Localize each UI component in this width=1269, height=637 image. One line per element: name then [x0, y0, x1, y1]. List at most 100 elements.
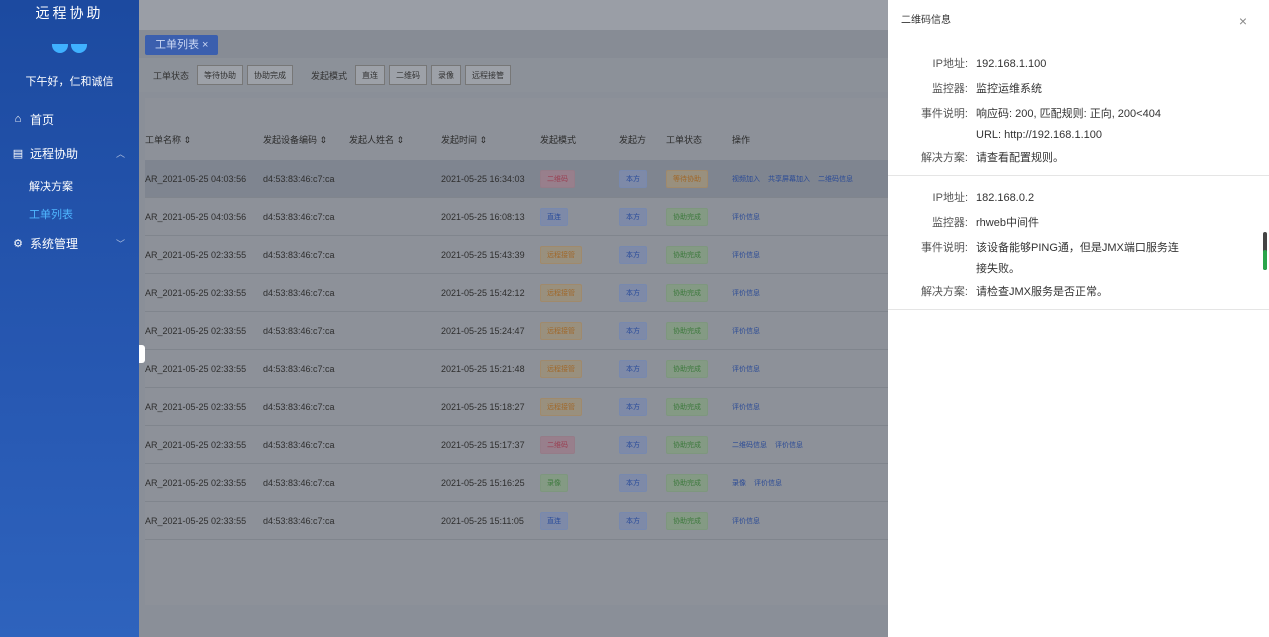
op-link[interactable]: 评价信息	[732, 366, 760, 373]
op-link[interactable]: 评价信息	[754, 480, 782, 487]
sidebar-item-label: 首页	[30, 112, 55, 127]
row-actions: 评价信息	[732, 515, 888, 526]
side-tag: 本方	[619, 321, 647, 340]
event-value: 该设备能够PING通，但是JMX端口服务连接失败。	[976, 242, 1179, 275]
initiated-time: 2021-05-25 16:34:03	[441, 173, 525, 184]
column-header[interactable]: 工单名称 ⇕	[145, 133, 263, 146]
ticket-name: AR_2021-05-25 02:33:55	[145, 401, 247, 412]
side-tag: 本方	[619, 245, 647, 264]
scrollbar[interactable]	[1263, 232, 1267, 270]
device-code: d4:53:83:46:c7:ca	[263, 515, 335, 526]
side-tag: 本方	[619, 283, 647, 302]
filter-mode-direct[interactable]: 直连	[355, 65, 386, 85]
op-link[interactable]: 评价信息	[732, 214, 760, 221]
initiated-time: 2021-05-25 15:17:37	[441, 439, 525, 450]
op-link[interactable]: 评价信息	[732, 290, 760, 297]
ticket-name: AR_2021-05-25 02:33:55	[145, 363, 247, 374]
op-link[interactable]: 评价信息	[732, 404, 760, 411]
close-icon[interactable]: ×	[1239, 0, 1247, 42]
column-header[interactable]: 发起时间 ⇕	[441, 133, 540, 146]
sidebar-item-home[interactable]: ⌂ 首页	[0, 109, 139, 129]
op-link[interactable]: 共享屏幕加入	[768, 176, 810, 183]
mode-tag: 远程接管	[540, 359, 582, 378]
filter-status-done[interactable]: 协助完成	[247, 65, 294, 85]
mode-tag: 远程接管	[540, 397, 582, 416]
sidebar-item-label: 系统管理	[30, 236, 79, 251]
greeting: 下午好，仁和诚信	[25, 76, 114, 88]
main-content: 工单列表 × 工单状态 等待协助 协助完成 发起模式 直连 二维码 录像 远程接…	[139, 0, 888, 637]
event-label: 事件说明:	[920, 108, 968, 120]
table-row[interactable]: AR_2021-05-25 04:03:56 d4:53:83:46:c7:ca…	[145, 198, 888, 236]
initiated-time: 2021-05-25 15:42:12	[441, 287, 525, 298]
initiated-time: 2021-05-25 15:16:25	[441, 477, 525, 488]
table-row[interactable]: AR_2021-05-25 02:33:55 d4:53:83:46:c7:ca…	[145, 274, 888, 312]
table-row[interactable]: AR_2021-05-25 02:33:55 d4:53:83:46:c7:ca…	[145, 350, 888, 388]
device-code: d4:53:83:46:c7:ca	[263, 439, 335, 450]
device-code: d4:53:83:46:c7:ca	[263, 477, 335, 488]
mode-tag: 远程接管	[540, 245, 582, 264]
drawer-handle[interactable]	[139, 345, 145, 363]
ticket-name: AR_2021-05-25 02:33:55	[145, 515, 247, 526]
filter-mode-remote-takeover[interactable]: 远程接管	[465, 65, 512, 85]
clipboard-icon: ▤	[12, 147, 24, 160]
op-link[interactable]: 二维码信息	[818, 176, 853, 183]
monitor-label: 监控器:	[931, 83, 968, 95]
mode-tag: 远程接管	[540, 321, 582, 340]
tab-ticket-list[interactable]: 工单列表 ×	[145, 35, 219, 55]
op-link[interactable]: 录像	[732, 480, 746, 487]
table-row[interactable]: AR_2021-05-25 02:33:55 d4:53:83:46:c7:ca…	[145, 236, 888, 274]
status-tag: 协助完成	[666, 207, 708, 226]
top-bar	[139, 0, 888, 30]
drawer-title-text: 二维码信息	[901, 15, 951, 26]
column-header: 发起方	[619, 135, 647, 145]
ticket-table: 工单名称 ⇕ 发起设备编码 ⇕ 发起人姓名 ⇕ 发起时间 ⇕ 发起模式 发起方 …	[145, 98, 888, 605]
drawer-body: IP地址: 192.168.1.100 监控器: 监控运维系统 事件说明: 响应码: …	[888, 42, 1269, 310]
ip-value: 182.168.0.2	[976, 192, 1035, 204]
op-link[interactable]: 二维码信息	[732, 442, 767, 449]
column-header[interactable]: 发起设备编码 ⇕	[263, 133, 349, 146]
op-link[interactable]: 视频加入	[732, 176, 760, 183]
device-code: d4:53:83:46:c7:ca	[263, 287, 335, 298]
initiated-time: 2021-05-25 15:18:27	[441, 401, 525, 412]
column-header: 工单状态	[666, 135, 703, 145]
initiated-time: 2021-05-25 15:11:05	[441, 515, 524, 526]
sidebar-item-system-admin[interactable]: ⚙ 系统管理 ﹀	[0, 233, 139, 253]
ticket-name: AR_2021-05-25 02:33:55	[145, 439, 247, 450]
device-code: d4:53:83:46:c7:ca	[263, 173, 335, 184]
column-header: 发起模式	[540, 135, 577, 145]
side-tag: 本方	[619, 169, 647, 188]
table-row[interactable]: AR_2021-05-25 02:33:55 d4:53:83:46:c7:ca…	[145, 426, 888, 464]
monitor-value: rhweb中间件	[976, 217, 1039, 229]
sidebar-subitem-solutions[interactable]: 解决方案	[0, 177, 139, 197]
filter-mode-recording[interactable]: 录像	[431, 65, 462, 85]
row-actions: 二维码信息 评价信息	[732, 439, 888, 450]
side-tag: 本方	[619, 511, 647, 530]
column-header[interactable]: 发起人姓名 ⇕	[349, 133, 441, 146]
op-link[interactable]: 评价信息	[732, 518, 760, 525]
mode-tag: 二维码	[540, 169, 575, 188]
sidebar-subitem-ticket-list[interactable]: 工单列表	[0, 205, 139, 225]
monitor-info-block: IP地址: 192.168.1.100 监控器: 监控运维系统 事件说明: 响应码: …	[888, 42, 1269, 176]
ticket-name: AR_2021-05-25 02:33:55	[145, 287, 247, 298]
ticket-name: AR_2021-05-25 02:33:55	[145, 477, 247, 488]
table-row[interactable]: AR_2021-05-25 02:33:55 d4:53:83:46:c7:ca…	[145, 464, 888, 502]
op-link[interactable]: 评价信息	[732, 252, 760, 259]
sidebar-item-remote-assist[interactable]: ▤ 远程协助 ︿	[0, 143, 139, 163]
initiated-time: 2021-05-25 16:08:13	[441, 211, 525, 222]
filter-status-waiting[interactable]: 等待协助	[197, 65, 244, 85]
op-link[interactable]: 评价信息	[732, 328, 760, 335]
filter-mode-qrcode[interactable]: 二维码	[389, 65, 428, 85]
mode-tag: 录像	[540, 473, 568, 492]
op-link[interactable]: 评价信息	[775, 442, 803, 449]
table-row[interactable]: AR_2021-05-25 04:03:56 d4:53:83:46:c7:ca…	[145, 160, 888, 198]
device-code: d4:53:83:46:c7:ca	[263, 363, 335, 374]
side-tag: 本方	[619, 207, 647, 226]
filter-bar: 工单状态 等待协助 协助完成 发起模式 直连 二维码 录像 远程接管	[139, 58, 888, 92]
monitor-label: 监控器:	[931, 217, 968, 229]
device-code: d4:53:83:46:c7:ca	[263, 401, 335, 412]
ticket-name: AR_2021-05-25 04:03:56	[145, 211, 247, 222]
table-row[interactable]: AR_2021-05-25 02:33:55 d4:53:83:46:c7:ca…	[145, 388, 888, 426]
table-row[interactable]: AR_2021-05-25 02:33:55 d4:53:83:46:c7:ca…	[145, 502, 888, 540]
table-row[interactable]: AR_2021-05-25 02:33:55 d4:53:83:46:c7:ca…	[145, 312, 888, 350]
status-tag: 协助完成	[666, 245, 708, 264]
